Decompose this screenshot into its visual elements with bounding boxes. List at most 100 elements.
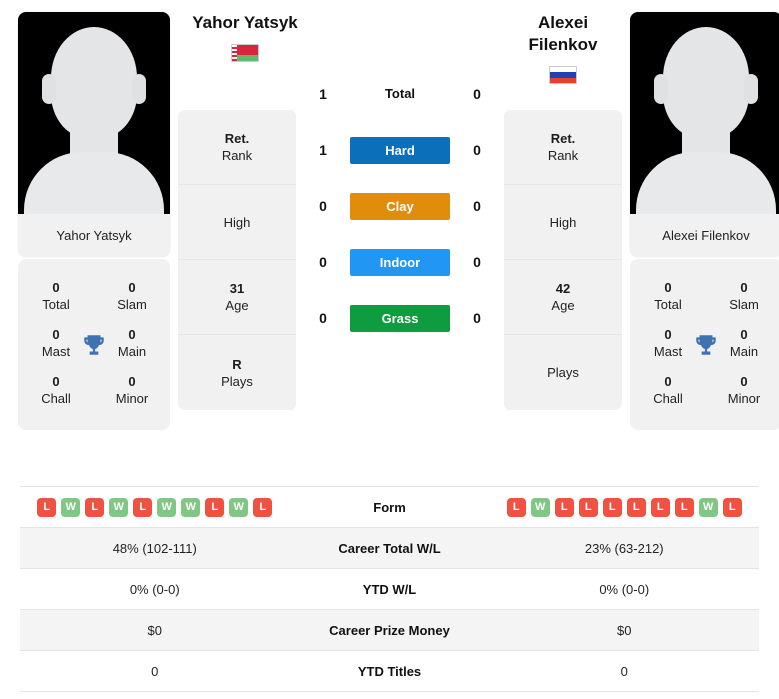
titles-value: 0 — [664, 280, 672, 295]
right-surface-score: 0 — [473, 142, 481, 158]
titles-label: Chall — [41, 391, 71, 406]
titles-total: 0 Total — [630, 280, 706, 313]
left-form-badges: LWLWLWWLWL — [20, 497, 290, 517]
info-label: Rank — [221, 148, 253, 163]
surface-label-wrap: Hard — [350, 136, 450, 164]
surface-label-wrap: Grass — [350, 304, 450, 332]
left-form-cell: LWLWLWWLWL — [20, 497, 290, 517]
player-comparison-page: Yahor Yatsyk 0 Total 0 Slam 0 Mast 0 Mai… — [0, 0, 779, 699]
right-info-column: Alexei Filenkov Ret. Rank High 42 Age Pl… — [504, 12, 622, 410]
table-row-ytd-wl: 0% (0-0) YTD W/L 0% (0-0) — [20, 569, 759, 610]
left-player-info-card: Ret. Rank High 31 Age R Plays — [178, 110, 296, 410]
form-badge-l: L — [205, 497, 225, 517]
titles-label: Chall — [653, 391, 683, 406]
surface-bar-grass[interactable]: Grass — [350, 304, 450, 332]
form-badge-l: L — [722, 497, 742, 517]
titles-label: Total — [654, 297, 682, 312]
titles-row: 0 Chall 0 Minor — [18, 367, 170, 414]
right-player-name[interactable]: Alexei Filenkov — [504, 12, 622, 56]
avatar-ear-left — [42, 74, 56, 104]
right-career-titles-card: 0 Total 0 Slam 0 Mast 0 Main 0 Chall 0 M… — [630, 259, 779, 430]
left-player-photo-caption: Yahor Yatsyk — [18, 214, 170, 257]
right-player-name-line1: Alexei — [537, 13, 589, 32]
left-player-avatar — [18, 12, 170, 214]
titles-label: Total — [42, 297, 70, 312]
info-value: Ret. — [224, 131, 250, 146]
row-label: Form — [373, 499, 406, 515]
info-value: 31 — [229, 281, 245, 296]
surface-comparison: 1 Total 0 1 Hard 0 0 Clay 0 0 Indoor 0 0… — [296, 12, 504, 346]
info-row-high: High — [178, 185, 296, 260]
titles-chall: 0 Chall — [630, 374, 706, 407]
form-badge-w: W — [530, 497, 550, 517]
titles-value: 0 — [128, 374, 136, 389]
comparison-header: Yahor Yatsyk 0 Total 0 Slam 0 Mast 0 Mai… — [0, 0, 779, 478]
info-label: Rank — [547, 148, 579, 163]
titles-minor: 0 Minor — [706, 374, 779, 407]
surface-bar-indoor[interactable]: Indoor — [350, 248, 450, 276]
right-player-header: Alexei Filenkov — [504, 12, 622, 84]
avatar-ear-right — [132, 74, 146, 104]
right-surface-score: 0 — [473, 198, 481, 214]
right-value: 0 — [620, 663, 628, 679]
row-label: YTD Titles — [357, 663, 422, 679]
right-player-avatar — [630, 12, 779, 214]
surface-row-hard: 1 Hard 0 — [296, 122, 504, 178]
titles-label: Minor — [727, 391, 761, 406]
right-player-photo-card[interactable]: Alexei Filenkov — [630, 12, 779, 257]
surface-row-indoor: 0 Indoor 0 — [296, 234, 504, 290]
belarus-flag-icon — [231, 44, 259, 62]
right-surface-score: 0 — [473, 254, 481, 270]
surface-bar-hard[interactable]: Hard — [350, 136, 450, 164]
right-surface-score: 0 — [473, 86, 481, 102]
table-row-form: LWLWLWWLWL Form LWLLLLLLWL — [20, 487, 759, 528]
titles-slam: 0 Slam — [94, 280, 170, 313]
info-value: R — [232, 356, 242, 372]
titles-minor: 0 Minor — [94, 374, 170, 407]
form-badge-w: W — [229, 497, 249, 517]
surface-row-total: 1 Total 0 — [296, 66, 504, 122]
right-form-badges: LWLLLLLLWL — [490, 497, 760, 517]
surface-label-wrap: Total — [350, 85, 450, 103]
info-row-plays: R Plays — [178, 335, 296, 410]
form-badge-w: W — [698, 497, 718, 517]
titles-label: Slam — [117, 297, 147, 312]
info-row-plays: Plays — [504, 335, 622, 410]
right-value: 23% (63-212) — [584, 540, 664, 556]
surface-label-wrap: Clay — [350, 192, 450, 220]
left-player-photo-card[interactable]: Yahor Yatsyk — [18, 12, 170, 257]
titles-label: Minor — [115, 391, 149, 406]
trophy-icon — [696, 334, 716, 355]
titles-slam: 0 Slam — [706, 280, 779, 313]
titles-total: 0 Total — [18, 280, 94, 313]
avatar-body-shape — [636, 152, 776, 214]
surface-bar-clay[interactable]: Clay — [350, 192, 450, 220]
left-player-column: Yahor Yatsyk 0 Total 0 Slam 0 Mast 0 Mai… — [18, 12, 170, 430]
form-badge-l: L — [626, 497, 646, 517]
left-surface-score: 0 — [319, 254, 327, 270]
form-badge-l: L — [602, 497, 622, 517]
right-player-name-line2: Filenkov — [528, 35, 598, 54]
right-value: $0 — [617, 622, 632, 638]
surface-label: Total — [384, 86, 416, 101]
left-value: 0 — [151, 663, 159, 679]
table-row-ytd-titles: 0 YTD Titles 0 — [20, 651, 759, 692]
info-label: Plays — [221, 373, 253, 389]
form-badge-l: L — [650, 497, 670, 517]
info-row-rank: Ret. Rank — [178, 110, 296, 185]
titles-row: 0 Total 0 Slam — [630, 273, 779, 320]
info-label: Plays — [547, 365, 579, 380]
row-label: Career Prize Money — [329, 622, 450, 638]
table-row-prize-money: $0 Career Prize Money $0 — [20, 610, 759, 651]
left-value: $0 — [147, 622, 162, 638]
form-badge-l: L — [554, 497, 574, 517]
form-badge-l: L — [253, 497, 273, 517]
form-badge-w: W — [181, 497, 201, 517]
info-label: High — [549, 214, 577, 230]
info-value: 42 — [555, 281, 571, 296]
surface-label-wrap: Indoor — [350, 248, 450, 276]
left-surface-score: 0 — [319, 310, 327, 326]
titles-row: 0 Total 0 Slam — [18, 273, 170, 320]
left-info-column: Yahor Yatsyk Ret. Rank High 31 Age R Pla… — [178, 12, 298, 410]
left-player-name[interactable]: Yahor Yatsyk — [186, 12, 304, 34]
